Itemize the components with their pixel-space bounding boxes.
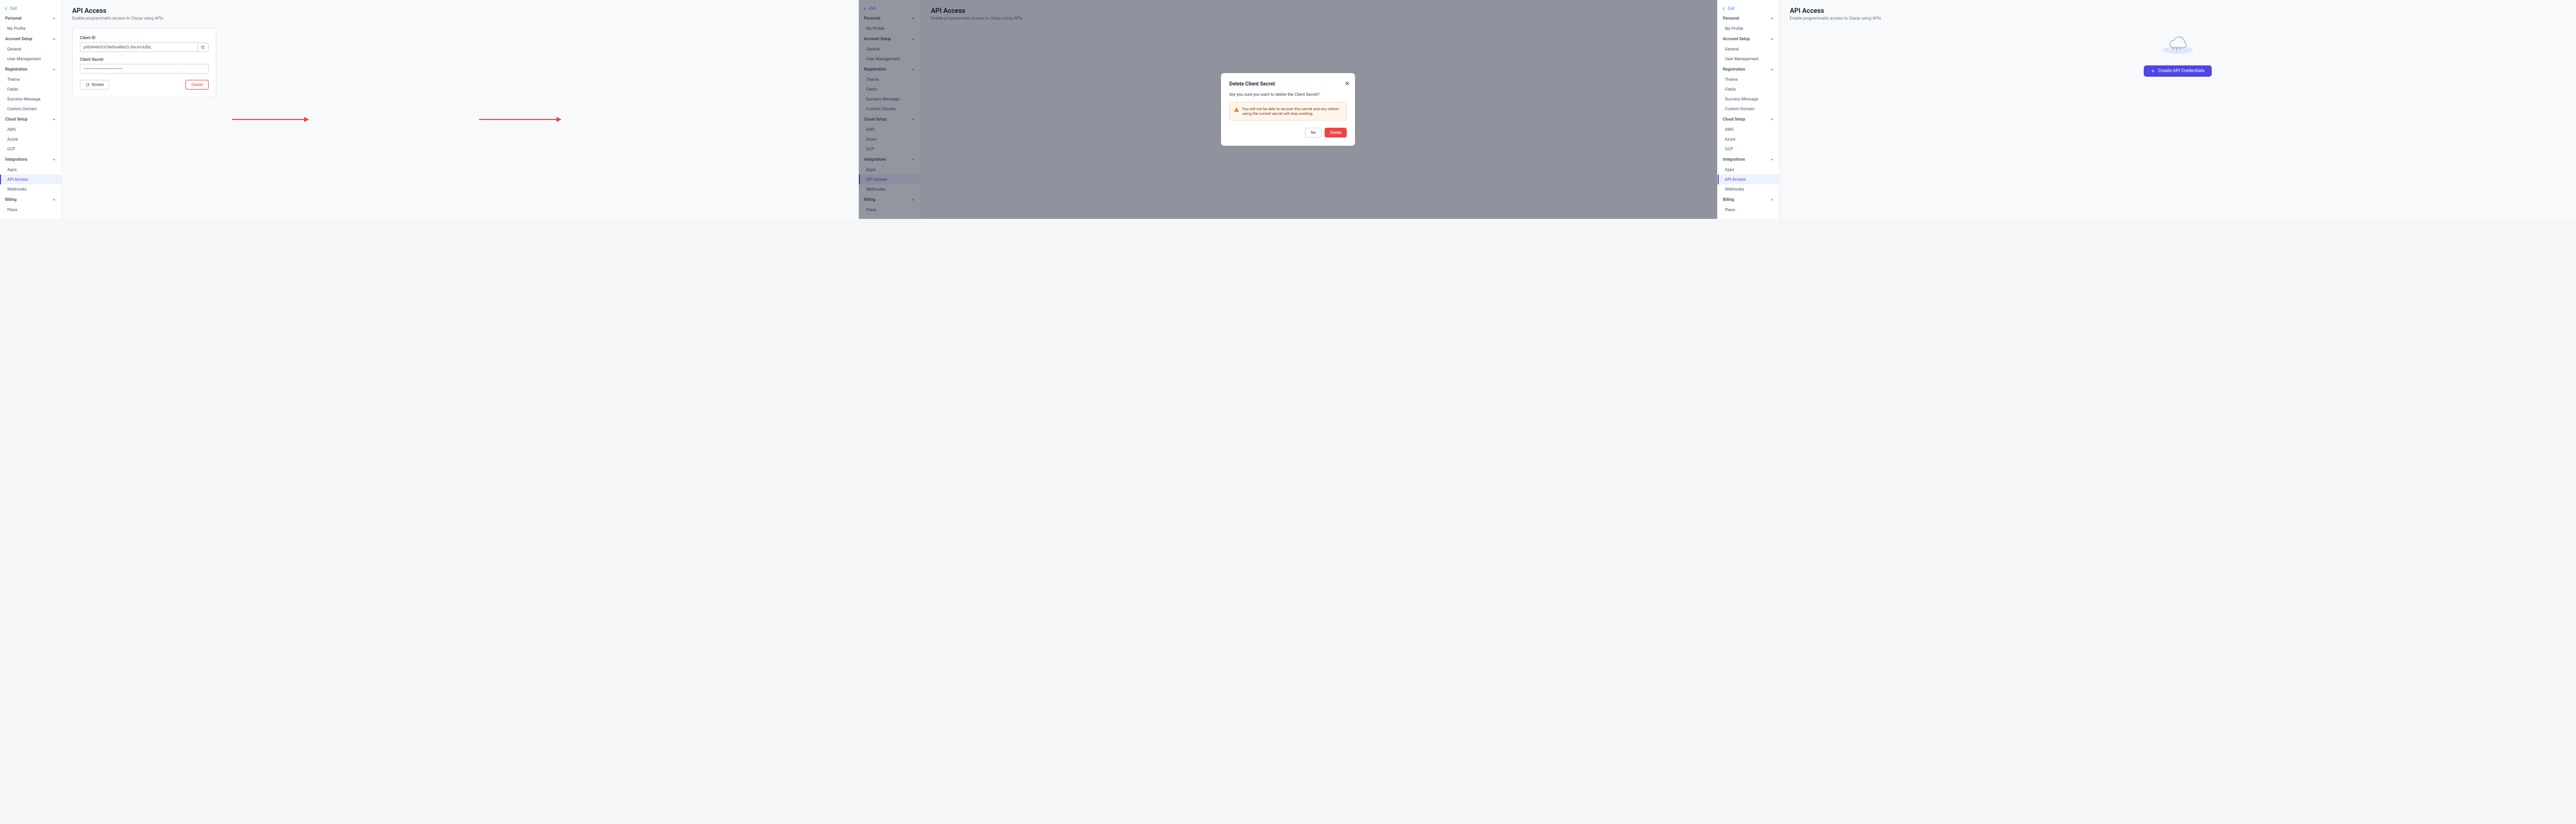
- nav-webhooks[interactable]: Webhooks: [1718, 184, 1779, 194]
- nav-plans[interactable]: Plans: [0, 205, 61, 215]
- nav-gcp[interactable]: GCP: [1718, 144, 1779, 154]
- client-id-field[interactable]: pXEWAlkf2UCNeDnaRbhZrJ0eJlvUUEkj: [80, 42, 198, 52]
- chevron-up-icon: [1770, 67, 1774, 72]
- no-button[interactable]: No: [1305, 128, 1321, 138]
- chevron-up-icon: [52, 67, 56, 72]
- nav-fields[interactable]: Fields: [1718, 84, 1779, 94]
- nav-theme[interactable]: Theme: [0, 75, 61, 84]
- nav-general[interactable]: General: [1718, 44, 1779, 54]
- nav-general[interactable]: General: [0, 44, 61, 54]
- nav-api-access[interactable]: API Access: [0, 175, 61, 184]
- chevron-up-icon: [1770, 117, 1774, 122]
- client-id-label: Client ID: [80, 36, 209, 40]
- panel-before: Exit PersonalMy ProfileAccount SetupGener…: [0, 0, 859, 219]
- warning-icon: [1234, 107, 1239, 112]
- chevron-up-icon: [52, 37, 56, 41]
- nav-custom-domain[interactable]: Custom Domain: [0, 104, 61, 114]
- nav-api-access[interactable]: API Access: [1718, 175, 1779, 184]
- chevron-up-icon: [1770, 16, 1774, 21]
- nav-fields[interactable]: Fields: [0, 84, 61, 94]
- main-content: API Access Enable programmatic access to…: [1780, 0, 2576, 219]
- copy-client-id-button[interactable]: [198, 43, 209, 52]
- panel-modal: ExitPersonalMy ProfileAccount SetupGener…: [859, 0, 1718, 219]
- close-icon: [1345, 81, 1350, 86]
- nav-success-message[interactable]: Success Message: [0, 94, 61, 104]
- main-content: API Access Enable programmatic access to…: [62, 0, 858, 219]
- close-button[interactable]: [1345, 78, 1350, 88]
- rotate-icon: [86, 83, 90, 87]
- chevron-up-icon: [52, 117, 56, 122]
- exit-label: Exit: [10, 6, 17, 11]
- nav-aws[interactable]: AWS: [1718, 125, 1779, 134]
- section-account-setup[interactable]: Account Setup: [0, 33, 61, 44]
- chevron-up-icon: [1770, 158, 1774, 162]
- nav-success-message[interactable]: Success Message: [1718, 94, 1779, 104]
- modal-title: Delete Client Secret: [1229, 81, 1347, 87]
- section-account-setup[interactable]: Account Setup: [1718, 33, 1779, 44]
- rotate-button[interactable]: Rotate: [80, 80, 109, 90]
- delete-secret-modal: Delete Client Secret Are you sure you wa…: [1221, 73, 1355, 146]
- section-registration[interactable]: Registration: [1718, 64, 1779, 75]
- warning-alert: You will not be able to recover this sec…: [1229, 102, 1347, 121]
- chevron-left-icon: [4, 7, 8, 11]
- exit-link[interactable]: Exit: [1718, 4, 1779, 13]
- create-credentials-button[interactable]: Create API Credentials: [2144, 65, 2212, 77]
- nav-theme[interactable]: Theme: [1718, 75, 1779, 84]
- nav-apps[interactable]: Apps: [0, 165, 61, 175]
- nav-azure[interactable]: Azure: [1718, 134, 1779, 144]
- delete-button[interactable]: Delete: [185, 80, 209, 90]
- chevron-up-icon: [52, 158, 56, 162]
- client-secret-label: Client Secret: [80, 57, 209, 62]
- section-personal[interactable]: Personal: [0, 13, 61, 24]
- chevron-up-icon: [52, 16, 56, 21]
- nav-custom-domain[interactable]: Custom Domain: [1718, 104, 1779, 114]
- chevron-up-icon: [1770, 37, 1774, 41]
- nav-aws[interactable]: AWS: [0, 125, 61, 134]
- nav-webhooks[interactable]: Webhooks: [0, 184, 61, 194]
- panel-after: Exit PersonalMy ProfileAccount SetupGener…: [1718, 0, 2576, 219]
- credentials-card: Client ID pXEWAlkf2UCNeDnaRbhZrJ0eJlvUUE…: [72, 28, 216, 97]
- page-subtitle: Enable programmatic access to Clazar usi…: [1790, 16, 2566, 21]
- empty-state: Create API Credentials: [1790, 28, 2566, 77]
- nav-user-management[interactable]: User Management: [0, 54, 61, 64]
- exit-link[interactable]: Exit: [0, 4, 61, 13]
- section-integrations[interactable]: Integrations: [1718, 154, 1779, 165]
- copy-icon: [201, 45, 205, 49]
- modal-question: Are you sure you want to delete the Clie…: [1229, 92, 1347, 97]
- page-subtitle: Enable programmatic access to Clazar usi…: [72, 16, 848, 21]
- nav-my-profile[interactable]: My Profile: [0, 24, 61, 33]
- chevron-up-icon: [52, 198, 56, 202]
- section-cloud-setup[interactable]: Cloud Setup: [1718, 114, 1779, 125]
- exit-label: Exit: [1728, 6, 1735, 11]
- nav-gcp[interactable]: GCP: [0, 144, 61, 154]
- section-integrations[interactable]: Integrations: [0, 154, 61, 165]
- nav-user-management[interactable]: User Management: [1718, 54, 1779, 64]
- client-secret-field[interactable]: ••••••••••••••••••••••••••••••: [80, 64, 209, 74]
- settings-sidebar: Exit PersonalMy ProfileAccount SetupGener…: [1718, 0, 1780, 219]
- cloud-illustration: [2160, 28, 2196, 56]
- nav-plans[interactable]: Plans: [1718, 205, 1779, 215]
- plus-icon: [2151, 69, 2155, 73]
- section-registration[interactable]: Registration: [0, 64, 61, 75]
- confirm-delete-button[interactable]: Delete: [1325, 128, 1347, 138]
- chevron-left-icon: [1722, 7, 1726, 11]
- nav-apps[interactable]: Apps: [1718, 165, 1779, 175]
- section-cloud-setup[interactable]: Cloud Setup: [0, 114, 61, 125]
- nav-my-profile[interactable]: My Profile: [1718, 24, 1779, 33]
- section-billing[interactable]: Billing: [1718, 194, 1779, 205]
- modal-overlay[interactable]: Delete Client Secret Are you sure you wa…: [859, 0, 1717, 219]
- settings-sidebar: Exit PersonalMy ProfileAccount SetupGener…: [0, 0, 62, 219]
- section-billing[interactable]: Billing: [0, 194, 61, 205]
- chevron-up-icon: [1770, 198, 1774, 202]
- section-personal[interactable]: Personal: [1718, 13, 1779, 24]
- page-title: API Access: [72, 7, 848, 15]
- nav-azure[interactable]: Azure: [0, 134, 61, 144]
- page-title: API Access: [1790, 7, 2566, 15]
